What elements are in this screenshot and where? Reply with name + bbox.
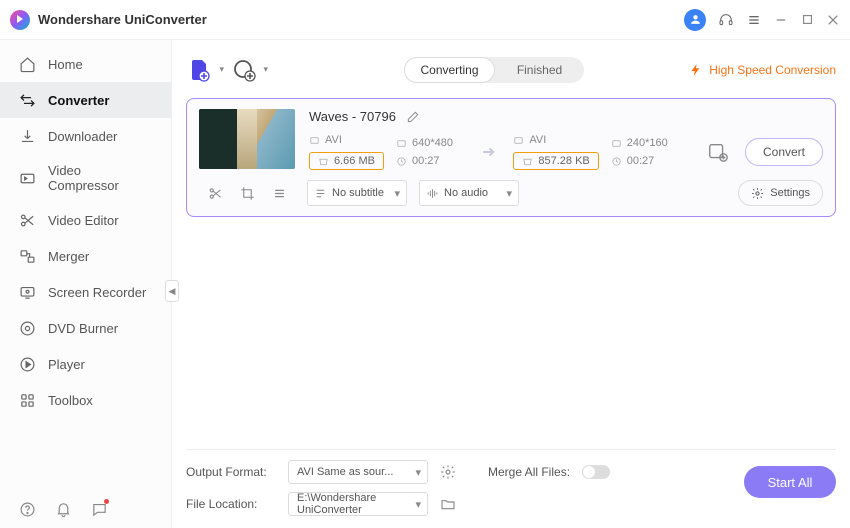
menu-icon[interactable] — [746, 12, 762, 28]
tab-segment: Converting Finished — [404, 57, 584, 83]
close-button[interactable] — [826, 13, 840, 27]
add-url-button[interactable]: ▾ — [230, 56, 258, 84]
src-size-pill: 6.66 MB — [309, 152, 384, 170]
sidebar-item-downloader[interactable]: Downloader — [0, 118, 171, 154]
sidebar: Home Converter Downloader Video Compress… — [0, 40, 172, 528]
disc-icon — [18, 319, 36, 337]
sidebar-item-label: DVD Burner — [48, 321, 118, 336]
hsc-label: High Speed Conversion — [709, 63, 836, 77]
src-dur: 00:27 — [412, 155, 440, 167]
titlebar: Wondershare UniConverter — [0, 0, 850, 40]
sidebar-item-recorder[interactable]: Screen Recorder — [0, 274, 171, 310]
output-format-label: Output Format: — [186, 465, 276, 479]
dst-dur: 00:27 — [627, 155, 655, 167]
file-location-select[interactable]: E:\Wondershare UniConverter — [288, 492, 428, 516]
sidebar-item-label: Screen Recorder — [48, 285, 146, 300]
sidebar-item-toolbox[interactable]: Toolbox — [0, 382, 171, 418]
merger-icon — [18, 247, 36, 265]
src-res: 640*480 — [412, 137, 453, 149]
src-format: AVI — [325, 134, 342, 146]
sidebar-item-label: Home — [48, 57, 83, 72]
toolbox-icon — [18, 391, 36, 409]
maximize-button[interactable] — [800, 13, 814, 27]
subtitle-select[interactable]: No subtitle — [307, 180, 407, 206]
sidebar-collapse-button[interactable]: ◀ — [165, 280, 179, 302]
bell-icon[interactable] — [54, 500, 72, 518]
edit-title-icon[interactable] — [406, 110, 420, 124]
video-thumbnail[interactable] — [199, 109, 295, 169]
file-location-label: File Location: — [186, 497, 276, 511]
tab-finished[interactable]: Finished — [495, 57, 584, 83]
toolbar: ▾ ▾ Converting Finished High Speed Conve… — [186, 48, 836, 92]
convert-button[interactable]: Convert — [745, 138, 823, 166]
help-icon[interactable] — [18, 500, 36, 518]
output-format-select[interactable]: AVI Same as sour... — [288, 460, 428, 484]
download-icon — [18, 127, 36, 145]
app-title: Wondershare UniConverter — [38, 12, 207, 27]
sidebar-item-label: Converter — [48, 93, 109, 108]
more-icon[interactable] — [271, 185, 287, 201]
minimize-button[interactable] — [774, 13, 788, 27]
recorder-icon — [18, 283, 36, 301]
file-settings-button[interactable]: Settings — [738, 180, 823, 206]
arrow-icon: ➜ — [482, 142, 495, 162]
message-icon[interactable] — [90, 500, 108, 518]
bottom-bar: Output Format: AVI Same as sour... Merge… — [186, 449, 836, 528]
home-icon — [18, 55, 36, 73]
app-logo — [10, 10, 30, 30]
sidebar-item-converter[interactable]: Converter — [0, 82, 171, 118]
high-speed-link[interactable]: High Speed Conversion — [689, 63, 836, 77]
sidebar-item-player[interactable]: Player — [0, 346, 171, 382]
dst-format: AVI — [529, 134, 546, 146]
start-all-button[interactable]: Start All — [744, 466, 836, 498]
tab-converting[interactable]: Converting — [404, 57, 495, 83]
add-file-button[interactable]: ▾ — [186, 56, 214, 84]
notification-dot — [104, 499, 109, 504]
output-gear-icon[interactable] — [440, 464, 456, 480]
dst-res: 240*160 — [627, 137, 668, 149]
preset-settings-icon[interactable] — [705, 139, 731, 165]
merge-label: Merge All Files: — [488, 465, 570, 479]
dst-size-pill: 857.28 KB — [513, 152, 598, 170]
sidebar-item-compressor[interactable]: Video Compressor — [0, 154, 171, 202]
chevron-down-icon: ▾ — [219, 64, 224, 75]
sidebar-item-label: Video Editor — [48, 213, 119, 228]
chevron-down-icon: ▾ — [263, 64, 268, 75]
trim-icon[interactable] — [207, 185, 223, 201]
merge-toggle[interactable] — [582, 465, 610, 479]
main-panel: ▾ ▾ Converting Finished High Speed Conve… — [172, 40, 850, 528]
play-icon — [18, 355, 36, 373]
avatar[interactable] — [684, 9, 706, 31]
sidebar-item-editor[interactable]: Video Editor — [0, 202, 171, 238]
converter-icon — [18, 91, 36, 109]
file-title: Waves - 70796 — [309, 109, 396, 124]
compressor-icon — [18, 169, 36, 187]
sidebar-item-label: Player — [48, 357, 85, 372]
sidebar-item-label: Merger — [48, 249, 89, 264]
crop-icon[interactable] — [239, 185, 255, 201]
sidebar-item-merger[interactable]: Merger — [0, 238, 171, 274]
sidebar-item-label: Downloader — [48, 129, 117, 144]
sidebar-item-label: Video Compressor — [48, 163, 153, 193]
scissors-icon — [18, 211, 36, 229]
sidebar-item-dvd[interactable]: DVD Burner — [0, 310, 171, 346]
file-card[interactable]: Waves - 70796 AVI 6.66 MB 640*480 00:27 … — [186, 98, 836, 217]
headset-icon[interactable] — [718, 12, 734, 28]
sidebar-item-home[interactable]: Home — [0, 46, 171, 82]
audio-select[interactable]: No audio — [419, 180, 519, 206]
sidebar-item-label: Toolbox — [48, 393, 93, 408]
open-folder-icon[interactable] — [440, 496, 456, 512]
